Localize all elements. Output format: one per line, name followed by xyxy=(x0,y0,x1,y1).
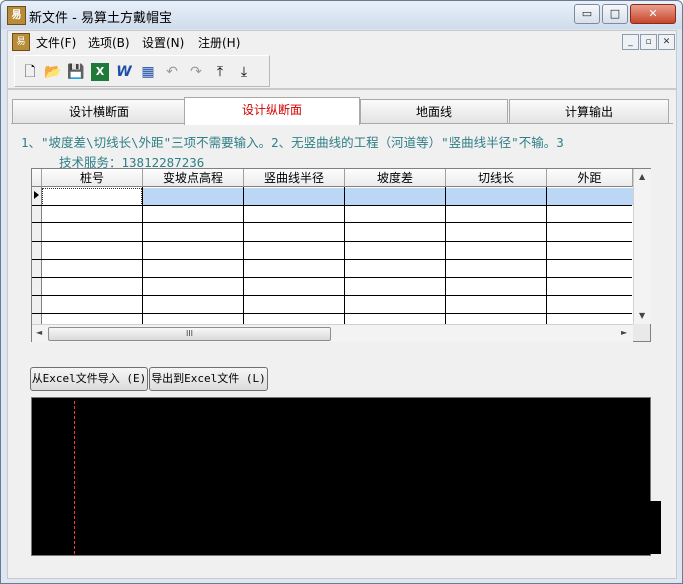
scroll-down-icon[interactable]: ▼ xyxy=(639,311,645,320)
minimize-button[interactable]: ▭ xyxy=(574,4,600,24)
word-icon[interactable]: W xyxy=(115,63,133,81)
calculator-icon[interactable]: ▦ xyxy=(139,63,157,81)
scrollbar-corner xyxy=(633,324,650,341)
active-cell[interactable] xyxy=(42,188,142,206)
excel-icon[interactable]: X xyxy=(91,63,109,81)
toolbar: 🗋 📂 💾 X W ▦ ↶ ↷ ⤒ ⤓ xyxy=(7,52,677,89)
redo-icon[interactable]: ↷ xyxy=(187,63,205,81)
scroll-left-icon[interactable]: ◄ xyxy=(36,328,42,337)
scroll-right-icon[interactable]: ► xyxy=(621,328,627,337)
app-window: 易 新文件 - 易算土方戴帽宝 ▭ □ ✕ 易 文件(F) 选项(B) 设置(N… xyxy=(0,0,683,584)
canvas-overflow-area xyxy=(474,501,661,554)
col-header-grade-difference[interactable]: 坡度差 xyxy=(345,169,446,187)
mdi-minimize-button[interactable]: _ xyxy=(622,34,639,50)
move-up-icon[interactable]: ⤒ xyxy=(211,63,229,81)
col-header-tangent-length[interactable]: 切线长 xyxy=(446,169,547,187)
col-divider xyxy=(546,187,547,324)
export-excel-button[interactable]: 导出到Excel文件 (L) xyxy=(149,367,268,391)
row-divider xyxy=(32,205,632,206)
toolbar-group: 🗋 📂 💾 X W ▦ ↶ ↷ ⤒ ⤓ xyxy=(14,55,270,87)
document-menu-icon[interactable]: 易 xyxy=(12,33,30,51)
col-header-external-distance[interactable]: 外距 xyxy=(547,169,633,187)
col-header-grade-point-elevation[interactable]: 变坡点高程 xyxy=(143,169,244,187)
open-folder-icon[interactable]: 📂 xyxy=(44,63,62,81)
col-header-station[interactable]: 桩号 xyxy=(42,169,143,187)
title-bar[interactable]: 易 新文件 - 易算土方戴帽宝 ▭ □ ✕ xyxy=(1,1,682,29)
tab-calc-output[interactable]: 计算输出 xyxy=(509,99,669,124)
menu-register[interactable]: 注册(H) xyxy=(198,34,240,51)
mdi-close-button[interactable]: ✕ xyxy=(658,34,675,50)
menu-file[interactable]: 文件(F) xyxy=(36,34,76,51)
row-divider xyxy=(32,277,632,278)
selected-row-highlight xyxy=(143,188,633,205)
row-divider xyxy=(32,222,632,223)
app-icon: 易 xyxy=(7,6,26,25)
vertical-scrollbar[interactable]: ▲ ▼ xyxy=(633,169,651,324)
scroll-up-icon[interactable]: ▲ xyxy=(639,172,645,181)
menu-bar: 易 文件(F) 选项(B) 设置(N) 注册(H) _ ▫ ✕ xyxy=(7,30,677,54)
maximize-button[interactable]: □ xyxy=(602,4,628,24)
move-down-icon[interactable]: ⤓ xyxy=(235,63,253,81)
instruction-note: 1、"坡度差\切线长\外距"三项不需要输入。2、无竖曲线的工程（河道等）"竖曲线… xyxy=(21,135,564,150)
mdi-restore-button[interactable]: ▫ xyxy=(640,34,657,50)
col-divider xyxy=(243,187,244,324)
col-divider xyxy=(344,187,345,324)
import-excel-button[interactable]: 从Excel文件导入 (E) xyxy=(30,367,148,391)
row-divider xyxy=(32,241,632,242)
horizontal-scroll-thumb[interactable]: III xyxy=(48,327,331,341)
col-divider xyxy=(142,187,143,324)
window-title: 新文件 - 易算土方戴帽宝 xyxy=(29,11,172,26)
tab-cross-section[interactable]: 设计横断面 xyxy=(12,99,186,124)
col-divider xyxy=(445,187,446,324)
menu-settings[interactable]: 设置(N) xyxy=(142,34,184,51)
col-header-curve-radius[interactable]: 竖曲线半径 xyxy=(244,169,345,187)
undo-icon[interactable]: ↶ xyxy=(163,63,181,81)
row-divider xyxy=(32,295,632,296)
horizontal-scrollbar[interactable]: ◄ III ► xyxy=(32,324,633,342)
menu-options[interactable]: 选项(B) xyxy=(88,34,130,51)
vertical-curve-grid[interactable]: 桩号 变坡点高程 竖曲线半径 坡度差 切线长 外距 ▲ ▼ ◄ III ► xyxy=(31,168,651,342)
save-icon[interactable]: 💾 xyxy=(67,63,85,81)
tab-ground-line[interactable]: 地面线 xyxy=(360,99,508,124)
grid-header: 桩号 变坡点高程 竖曲线半径 坡度差 切线长 外距 xyxy=(32,169,633,187)
center-guide-line xyxy=(74,401,75,554)
new-file-icon[interactable]: 🗋 xyxy=(21,63,39,81)
close-button[interactable]: ✕ xyxy=(630,4,676,24)
current-row-pointer-icon xyxy=(34,191,39,199)
row-divider xyxy=(32,313,632,314)
row-divider xyxy=(32,259,632,260)
header-corner xyxy=(32,169,42,187)
tab-longitudinal-section[interactable]: 设计纵断面 xyxy=(184,97,360,125)
